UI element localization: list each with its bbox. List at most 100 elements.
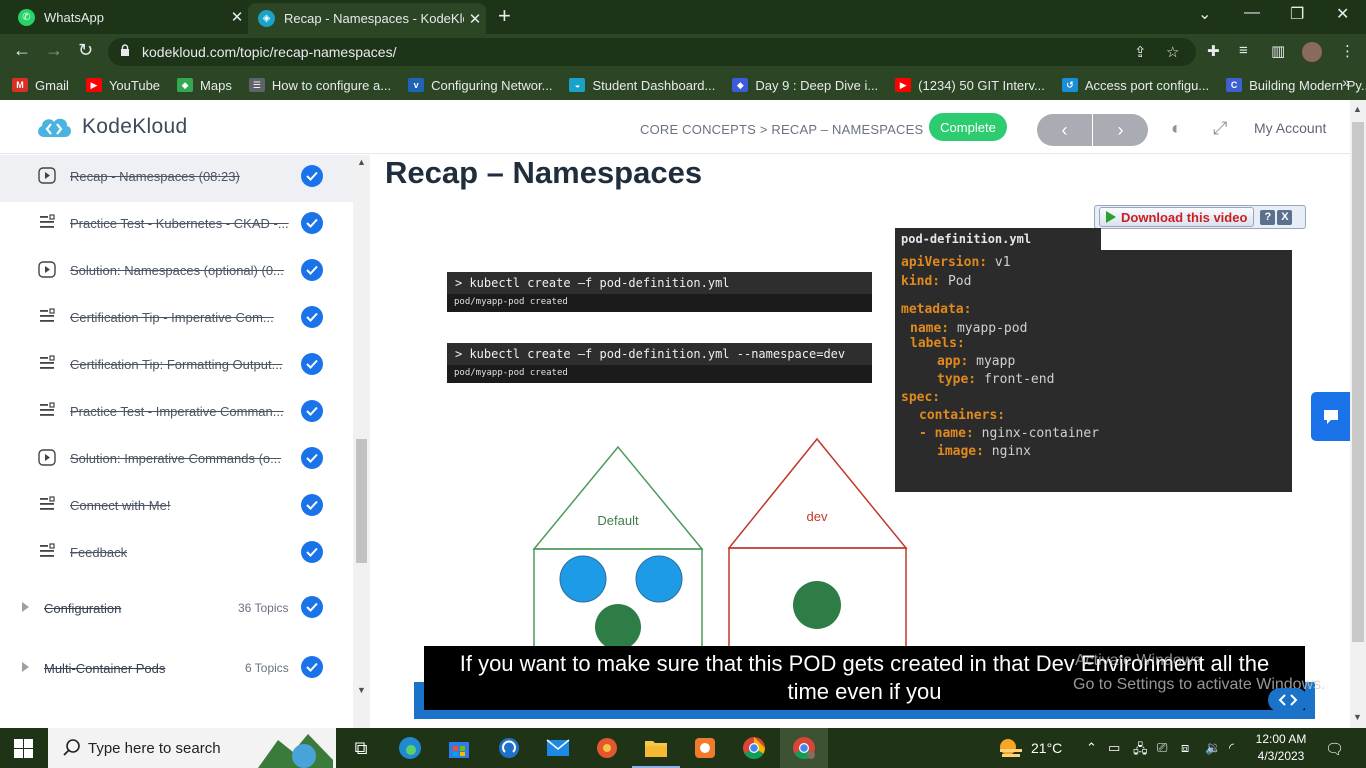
battery-icon[interactable]: ▭ (1108, 740, 1120, 756)
tab-search-chevron-icon[interactable]: ⌄ (1198, 4, 1211, 24)
app-icon[interactable] (692, 735, 718, 761)
bookmark-favicon-icon: ◆ (732, 78, 749, 92)
chrome-icon[interactable] (741, 735, 767, 761)
completed-check-icon (301, 353, 323, 375)
bookmark-item[interactable]: v Configuring Networ... (408, 78, 552, 93)
download-video-button[interactable]: Download this video (1099, 207, 1255, 227)
bookmark-item[interactable]: ◆ Maps (177, 78, 232, 93)
bookmark-item[interactable]: M Gmail (12, 78, 69, 93)
terminal-block: > kubectl create –f pod-definition.yml -… (447, 343, 872, 383)
sidebar-section[interactable]: Multi-Container Pods 6 Topics (0, 646, 353, 693)
file-explorer-icon[interactable] (643, 735, 669, 761)
page-scrollbar[interactable]: ▲ ▼ (1350, 100, 1366, 728)
notifications-icon[interactable]: 🗨 (1325, 740, 1344, 758)
reload-icon[interactable]: ↻ (78, 40, 93, 61)
yaml-value: myapp (976, 354, 1016, 369)
url-text[interactable]: kodekloud.com/topic/recap-namespaces/ (142, 44, 396, 60)
temperature[interactable]: 21°C (1031, 740, 1062, 756)
window-close-icon[interactable]: ✕ (1336, 4, 1349, 24)
minimize-icon[interactable]: — (1244, 4, 1260, 22)
new-tab-icon[interactable]: + (498, 5, 511, 27)
sidebar-lesson-item[interactable]: Practice Test - Imperative Comman... (0, 390, 353, 437)
forward-icon[interactable]: → (45, 40, 63, 61)
scroll-down-icon[interactable]: ▼ (357, 685, 366, 695)
yaml-value: v1 (994, 255, 1011, 270)
extensions-icon[interactable]: ✚ (1207, 42, 1220, 60)
share-icon[interactable]: ⇪ (1134, 43, 1147, 61)
tab-kodekloud[interactable]: ◈ Recap - Namespaces - KodeKloud ✕ (248, 3, 486, 34)
sidebar-lesson-item[interactable]: Solution: Imperative Commands (o... (0, 437, 353, 484)
wifi-icon[interactable]: ◜ (1229, 740, 1234, 756)
sidebar-lesson-item[interactable]: Practice Test - Kubernetes - CKAD -... (0, 202, 353, 249)
sidebar-lesson-item[interactable]: Recap - Namespaces (08:23) (0, 155, 353, 202)
device-icon[interactable]: ⎚ (1157, 740, 1167, 756)
app-icon[interactable] (496, 735, 522, 761)
scrollbar-thumb[interactable] (356, 439, 367, 563)
player-logo-icon[interactable] (1268, 688, 1308, 712)
media-icon[interactable]: ≡ (1239, 42, 1248, 59)
kodekloud-logo[interactable]: KodeKloud (34, 113, 187, 141)
my-account-link[interactable]: My Account (1254, 120, 1326, 136)
help-button[interactable]: ? (1260, 209, 1276, 225)
restore-icon[interactable]: ❐ (1290, 4, 1304, 24)
system-clock[interactable]: 12:00 AM 4/3/2023 (1250, 731, 1312, 765)
side-panel-icon[interactable]: ▥ (1271, 42, 1285, 60)
network-icon[interactable]: 🖧 (1133, 740, 1148, 762)
sidebar-lesson-item[interactable]: Connect with Me! (0, 484, 353, 531)
yaml-value: front-end (983, 372, 1055, 387)
scrollbar-thumb[interactable] (1352, 122, 1364, 642)
menu-icon[interactable]: ⋮ (1340, 42, 1355, 60)
pod-circle (635, 555, 683, 603)
sidebar-lesson-item[interactable]: Solution: Namespaces (optional) (0... (0, 249, 353, 296)
lesson-label: Practice Test - Kubernetes - CKAD -... (70, 216, 289, 231)
sidebar-lesson-item[interactable]: Feedback (0, 531, 353, 578)
next-lesson-button[interactable]: › (1093, 114, 1148, 146)
chrome-profile-icon[interactable] (791, 735, 817, 761)
sidebar-section[interactable]: Configuration 36 Topics (0, 586, 353, 633)
camera-icon[interactable]: ⧈ (1181, 740, 1189, 756)
show-hidden-icons-icon[interactable]: ⌃ (1086, 740, 1097, 756)
bookmark-item[interactable]: ◒ Student Dashboard... (569, 78, 715, 93)
expand-arrow-icon[interactable] (22, 602, 29, 612)
bookmark-star-icon[interactable]: ☆ (1166, 43, 1179, 61)
bookmark-item[interactable]: ↺ Access port configu... (1061, 78, 1209, 93)
bookmark-item[interactable]: ▶ (1234) 50 GIT Interv... (895, 78, 1045, 93)
previous-lesson-button[interactable]: ‹ (1037, 114, 1092, 146)
bookmark-item[interactable]: ☰ How to configure a... (248, 78, 391, 93)
scroll-down-icon[interactable]: ▼ (1353, 712, 1362, 722)
profile-avatar[interactable] (1302, 42, 1322, 62)
tab-whatsapp[interactable]: ✆ WhatsApp ✕ (8, 0, 248, 34)
bookmark-item[interactable]: ◆ Day 9 : Deep Dive i... (732, 78, 878, 93)
tab-close-icon[interactable]: ✕ (226, 8, 248, 26)
sidebar-lesson-item[interactable]: Certification Tip - Imperative Com... (0, 296, 353, 343)
task-view-icon[interactable]: ⧉ (348, 735, 374, 761)
complete-button[interactable]: Complete (929, 113, 1007, 141)
course-sidebar: Recap - Namespaces (08:23) Practice Test … (0, 155, 353, 728)
video-lesson-icon (38, 167, 56, 184)
close-download-button[interactable]: X (1277, 209, 1293, 225)
search-placeholder: Type here to search (88, 740, 221, 757)
bookmark-item[interactable]: ▶ YouTube (85, 78, 160, 93)
app-icon[interactable] (594, 735, 620, 761)
chat-widget-button[interactable] (1311, 392, 1350, 441)
scroll-up-icon[interactable]: ▲ (1353, 104, 1362, 114)
edge-icon[interactable] (397, 735, 423, 761)
store-icon[interactable] (446, 735, 472, 761)
windows-start-icon[interactable] (14, 739, 33, 758)
weather-icon[interactable] (998, 735, 1024, 761)
fullscreen-icon[interactable]: ⤢ (1213, 118, 1227, 139)
address-bar[interactable]: kodekloud.com/topic/recap-namespaces/ ⇪ … (108, 38, 1196, 66)
taskbar-search-box[interactable]: Type here to search (48, 728, 336, 768)
kodekloud-cloud-icon (38, 118, 71, 137)
more-bookmarks-icon[interactable]: » (1342, 74, 1350, 90)
mail-icon[interactable] (545, 735, 571, 761)
expand-arrow-icon[interactable] (22, 662, 29, 672)
dark-mode-icon[interactable]: ◐ (1171, 118, 1182, 139)
volume-icon[interactable]: 🔉 (1205, 740, 1221, 756)
sidebar-lesson-item[interactable]: Certification Tip: Formatting Output... (0, 343, 353, 390)
scroll-up-icon[interactable]: ▲ (357, 157, 366, 167)
sidebar-scrollbar[interactable]: ▲ ▼ (353, 155, 370, 728)
back-icon[interactable]: ← (13, 40, 31, 61)
tab-close-icon[interactable]: ✕ (464, 10, 486, 28)
bookmark-label: Day 9 : Deep Dive i... (755, 77, 879, 93)
